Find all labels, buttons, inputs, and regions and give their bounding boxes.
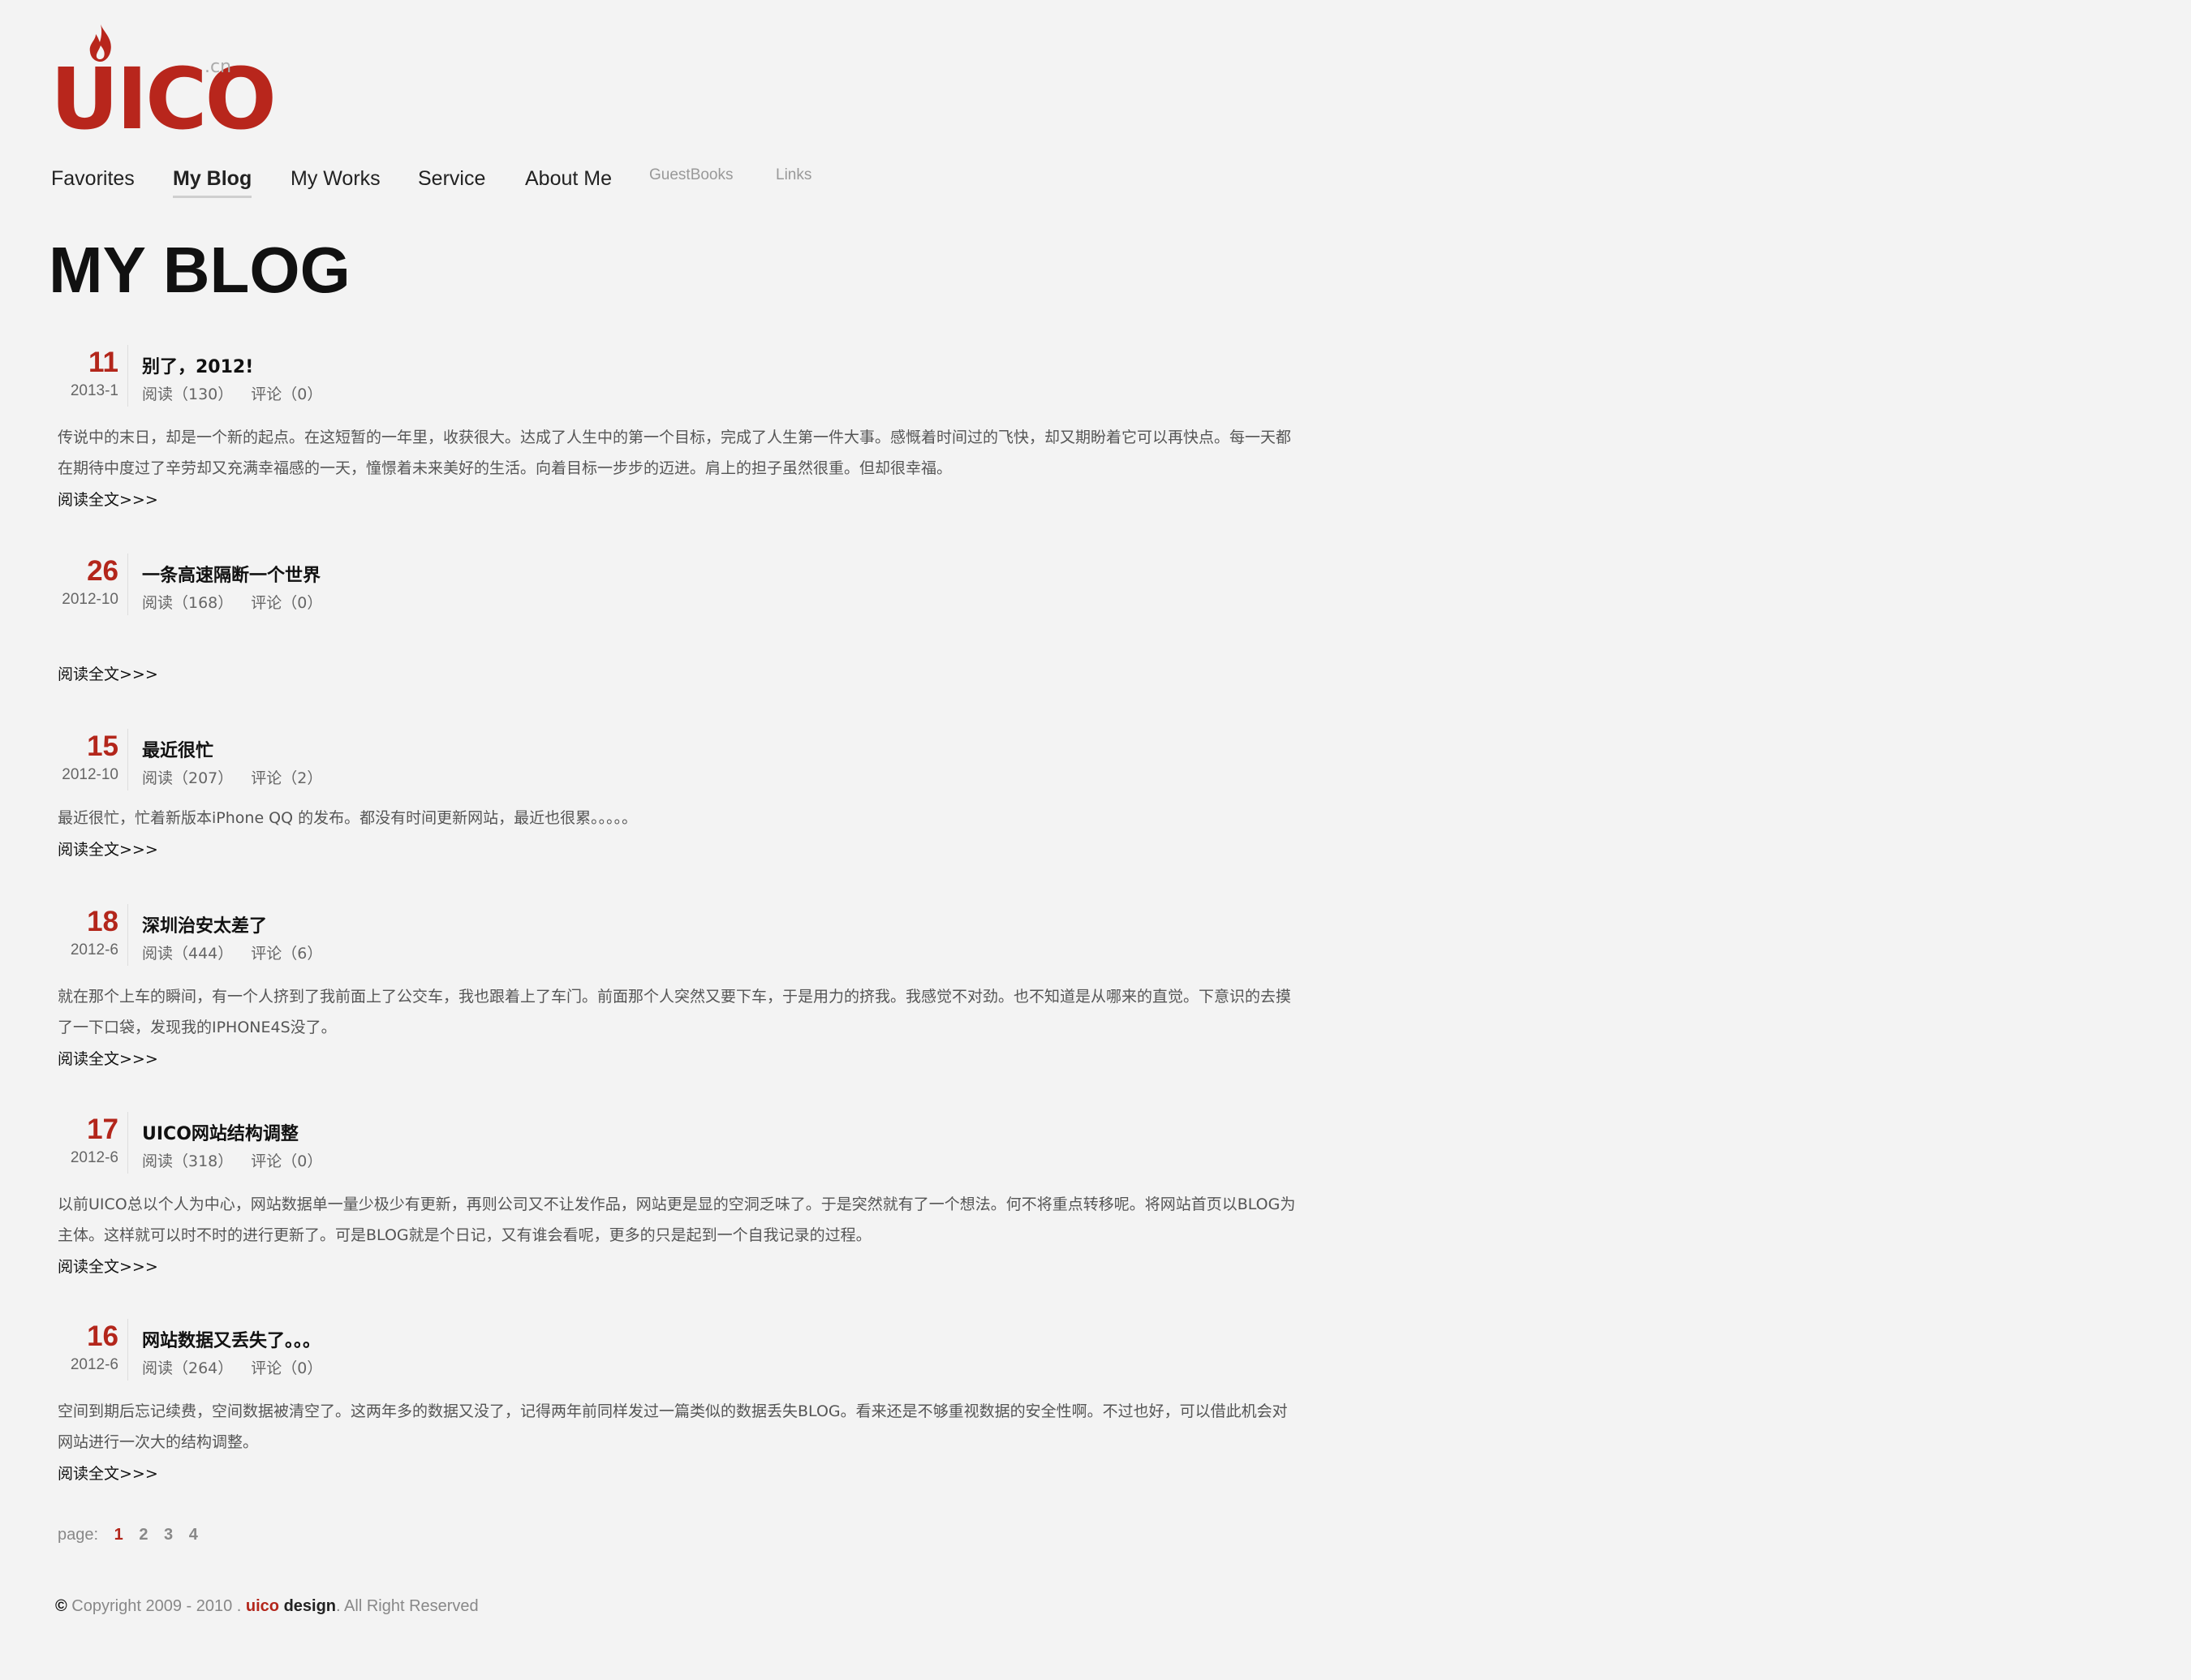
post-comment-count[interactable]: 评论（2）: [251, 769, 322, 787]
nav-item-my-blog[interactable]: My Blog: [173, 162, 252, 198]
post-date-day: 18: [87, 906, 118, 937]
copyright-text: Copyright 2009 - 2010 .: [67, 1597, 246, 1615]
post-title[interactable]: 最近很忙: [142, 736, 213, 762]
post-date-year-month: 2012-6: [70, 941, 118, 958]
nav-item-about-me[interactable]: About Me: [525, 162, 612, 195]
post-excerpt: 就在那个上车的瞬间，有一个人挤到了我前面上了公交车，我也跟着上了车门。前面那个人…: [58, 988, 1292, 1036]
read-more-link[interactable]: 阅读全文>>>: [58, 1462, 158, 1484]
post-date-year-month: 2012-6: [70, 1356, 118, 1373]
logo-wordmark: UICO: [50, 50, 277, 149]
read-more-link[interactable]: 阅读全文>>>: [58, 1047, 158, 1069]
read-more-link[interactable]: 阅读全文>>>: [58, 838, 158, 859]
logo-domain-suffix: .cn: [204, 57, 232, 77]
page-link-3[interactable]: 3: [164, 1526, 173, 1544]
date-divider: [127, 1319, 128, 1381]
post-date-year-month: 2012-10: [62, 766, 118, 783]
date-divider: [127, 1112, 128, 1174]
post-date-day: 17: [87, 1114, 118, 1145]
post-title[interactable]: 一条高速隔断一个世界: [142, 561, 321, 587]
post-meta: 阅读（130） 评论（0）: [142, 382, 322, 404]
post-comment-count[interactable]: 评论（0）: [251, 1359, 322, 1377]
rights-text: . All Right Reserved: [336, 1597, 479, 1615]
post-date: 15 2012-10: [32, 731, 118, 786]
post-read-count: 阅读（318）: [142, 1152, 234, 1170]
post-comment-count[interactable]: 评论（6）: [251, 945, 322, 963]
page-link-4[interactable]: 4: [189, 1526, 198, 1544]
post-date: 16 2012-6: [32, 1321, 118, 1376]
post-date-day: 26: [87, 555, 118, 587]
page-link-1[interactable]: 1: [114, 1526, 123, 1544]
page-title: MY BLOG: [49, 234, 351, 306]
post-date: 26 2012-10: [32, 556, 118, 610]
post-title[interactable]: 深圳治安太差了: [142, 911, 267, 937]
footer-brand-uico: uico: [245, 1597, 280, 1615]
date-divider: [127, 904, 128, 966]
post-date-day: 15: [87, 730, 118, 762]
nav-item-links[interactable]: Links: [776, 159, 811, 192]
post-comment-count[interactable]: 评论（0）: [251, 386, 322, 403]
post-meta: 阅读（207） 评论（2）: [142, 766, 322, 788]
post-date-year-month: 2012-10: [62, 591, 118, 608]
post-title[interactable]: 网站数据又丢失了。。。: [142, 1326, 321, 1352]
post-read-count: 阅读（444）: [142, 945, 234, 963]
post-meta: 阅读（264） 评论（0）: [142, 1356, 322, 1378]
post-excerpt: 以前UICO总以个人为中心，网站数据单一量少极少有更新，再则公司又不让发作品，网…: [58, 1195, 1296, 1244]
pagination-label: page:: [58, 1526, 99, 1544]
post-excerpt: 最近很忙，忙着新版本iPhone QQ 的发布。都没有时间更新网站，最近也很累。…: [58, 809, 638, 827]
post-date-year-month: 2013-1: [70, 382, 118, 399]
post-excerpt: 空间到期后忘记续费，空间数据被清空了。这两年多的数据又没了，记得两年前同样发过一…: [58, 1402, 1288, 1451]
read-more-link[interactable]: 阅读全文>>>: [58, 662, 158, 684]
post-date: 11 2013-1: [32, 347, 118, 402]
nav-item-service[interactable]: Service: [418, 162, 485, 195]
post-meta: 阅读（168） 评论（0）: [142, 591, 322, 613]
post-comment-count[interactable]: 评论（0）: [251, 1152, 322, 1170]
site-logo[interactable]: UICO .cn: [50, 24, 277, 141]
post-read-count: 阅读（130）: [142, 386, 234, 403]
footer-brand-design: design: [279, 1597, 337, 1615]
date-divider: [127, 729, 128, 790]
read-more-link[interactable]: 阅读全文>>>: [58, 1255, 158, 1277]
post-meta: 阅读（444） 评论（6）: [142, 941, 322, 963]
nav-item-my-works[interactable]: My Works: [291, 162, 381, 195]
nav-item-guestbooks[interactable]: GuestBooks: [649, 159, 734, 192]
site-footer: © Copyright 2009 - 2010 . uico design. A…: [55, 1597, 479, 1616]
date-divider: [127, 345, 128, 407]
post-date-year-month: 2012-6: [70, 1149, 118, 1166]
post-read-count: 阅读（264）: [142, 1359, 234, 1377]
copyright-icon: ©: [55, 1597, 67, 1615]
post-excerpt: 传说中的末日，却是一个新的起点。在这短暂的一年里，收获很大。达成了人生中的第一个…: [58, 429, 1292, 477]
pagination: page: 1 2 3 4: [58, 1526, 198, 1544]
post-title[interactable]: UICO网站结构调整: [142, 1119, 299, 1145]
page-link-2[interactable]: 2: [139, 1526, 148, 1544]
post-read-count: 阅读（207）: [142, 769, 234, 787]
post-date: 17 2012-6: [32, 1114, 118, 1169]
nav-item-favorites[interactable]: Favorites: [51, 162, 135, 195]
post-read-count: 阅读（168）: [142, 594, 234, 612]
read-more-link[interactable]: 阅读全文>>>: [58, 488, 158, 510]
post-date-day: 16: [87, 1320, 118, 1352]
date-divider: [127, 554, 128, 615]
post-date: 18 2012-6: [32, 907, 118, 961]
post-title[interactable]: 别了，2012!: [142, 352, 253, 378]
post-comment-count[interactable]: 评论（0）: [251, 594, 322, 612]
post-meta: 阅读（318） 评论（0）: [142, 1149, 322, 1171]
post-date-day: 11: [88, 347, 118, 378]
